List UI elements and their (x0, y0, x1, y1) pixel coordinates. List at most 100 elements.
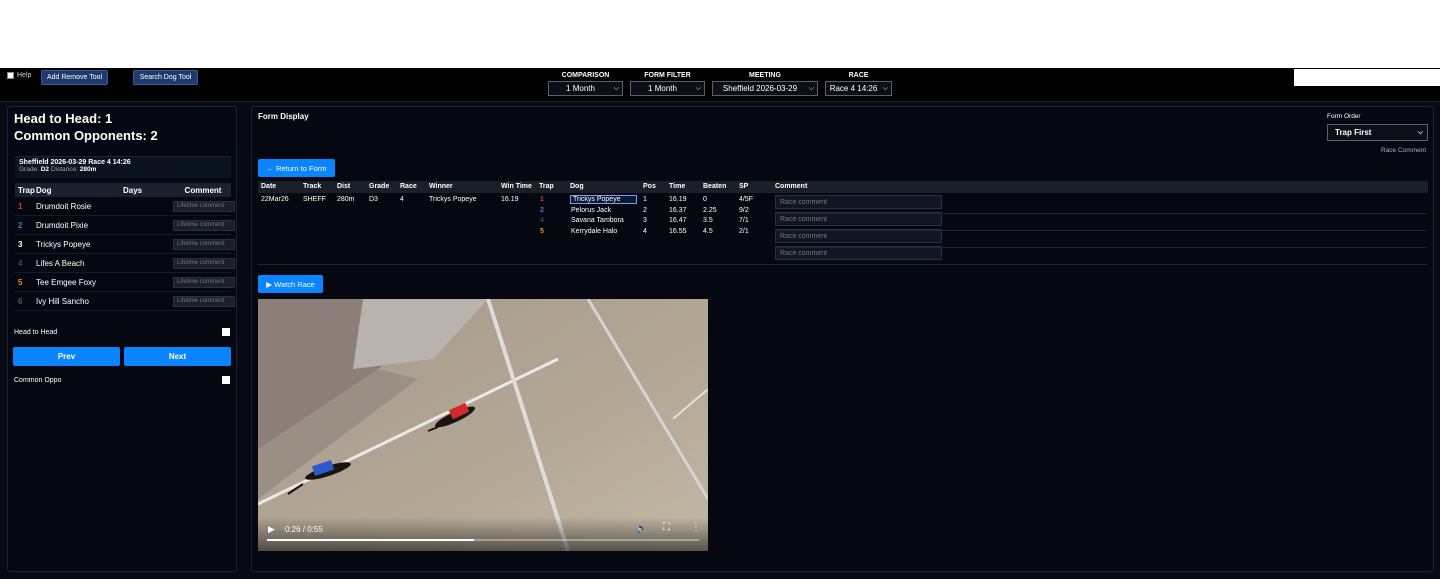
runner-row[interactable]: 5 Tee Emgee Foxy Lifetime comment (15, 273, 235, 292)
volume-icon[interactable]: 🔈 (636, 523, 647, 534)
runner-pos: 1 (643, 196, 647, 203)
add-remove-tool-button[interactable]: Add Remove Tool (41, 70, 108, 85)
meeting-select[interactable]: Sheffield 2026-03-29 ⌵ (712, 81, 818, 96)
chevron-down-icon: ⌵ (1417, 129, 1423, 136)
race-dist: 280m (337, 196, 355, 203)
return-to-form-button[interactable]: ← Return to Form (258, 159, 335, 177)
prev-button[interactable]: Prev (13, 347, 120, 366)
chevron-down-icon: ⌵ (808, 85, 814, 92)
form-filter-label: FORM FILTER (644, 72, 691, 79)
col-comment: Comment (184, 185, 222, 195)
race-video-frame (258, 299, 708, 551)
chevron-down-icon: ⌵ (695, 85, 701, 92)
race-win-time: 16.19 (501, 196, 519, 203)
col-race: Race (400, 183, 417, 190)
chevron-down-icon: ⌵ (882, 85, 888, 92)
race-winner: Trickys Popeye (429, 196, 477, 203)
common-oppo-checkbox[interactable] (222, 376, 230, 384)
video-time: 0:26 / 0:55 (285, 525, 323, 534)
lifetime-comment-input[interactable]: Lifetime comment (173, 276, 235, 288)
col-grade: Grade (369, 183, 390, 190)
runner-row[interactable]: 3 Trickys Popeye Lifetime comment (15, 235, 235, 254)
trap-number: 5 (18, 277, 23, 287)
lifetime-comment-input[interactable]: Lifetime comment (173, 219, 235, 231)
col-time: Time (669, 183, 686, 190)
head-to-head-toggle[interactable]: Head to Head (14, 328, 230, 336)
col-dog: Dog (570, 183, 584, 190)
race-comment-input[interactable]: Race comment (775, 212, 942, 226)
row-divider (775, 213, 1427, 214)
race-comment-link[interactable]: Race Comment (1381, 147, 1426, 154)
help-toggle[interactable]: Help (7, 72, 31, 79)
search-input[interactable] (1294, 69, 1440, 86)
form-order-select[interactable]: Trap First ⌵ (1327, 124, 1428, 141)
race-comment-input[interactable]: Race comment (775, 229, 942, 243)
runner-trap: 5 (540, 228, 544, 235)
race-filter: RACE Race 4 14:26 ⌵ (825, 72, 892, 96)
video-progress-bar[interactable] (267, 539, 699, 541)
lifetime-comment-input[interactable]: Lifetime comment (173, 200, 235, 212)
runner-time: 16.55 (669, 228, 687, 235)
help-label: Help (17, 72, 32, 79)
watch-race-button[interactable]: ▶ Watch Race (258, 275, 323, 293)
runner-row[interactable]: 4 Lifes A Beach Lifetime comment (15, 254, 235, 273)
runner-beaten: 4.5 (703, 228, 713, 235)
race-comment-input[interactable]: Race comment (775, 195, 942, 209)
video-controls: ▶ 0:26 / 0:55 🔈 ⛶ ⋮ (258, 517, 708, 551)
dog-name[interactable]: Drumdoit Pixie (36, 221, 123, 230)
next-button[interactable]: Next (124, 347, 231, 366)
col-dist: Dist (337, 183, 351, 190)
row-divider (775, 230, 1427, 231)
lifetime-comment-input[interactable]: Lifetime comment (173, 295, 235, 307)
lifetime-comment-input[interactable]: Lifetime comment (173, 238, 235, 250)
race-label: RACE (848, 72, 869, 79)
runner-dog[interactable]: Savana Tambora (571, 217, 624, 224)
divider (258, 264, 1428, 265)
trap-number: 2 (18, 220, 23, 230)
runner-time: 16.47 (669, 217, 687, 224)
head-to-head-count: Head to Head: 1 (14, 111, 113, 126)
runner-dog[interactable]: Kerrydale Halo (571, 228, 617, 235)
distance-value: 280m (79, 166, 97, 173)
common-oppo-toggle-label: Common Oppo (14, 376, 62, 384)
dog-name[interactable]: Tee Emgee Foxy (36, 278, 123, 287)
comparison-select[interactable]: 1 Month ⌵ (548, 81, 623, 96)
col-trap: Trap (539, 183, 554, 190)
runner-beaten: 2.25 (703, 207, 717, 214)
dog-name[interactable]: Trickys Popeye (36, 240, 123, 249)
dog-name[interactable]: Lifes A Beach (36, 259, 123, 268)
race-comment-input[interactable]: Race comment (775, 246, 942, 260)
col-beaten: Beaten (703, 183, 727, 190)
fullscreen-icon[interactable]: ⛶ (663, 522, 670, 533)
page-title: Form Display (258, 112, 309, 121)
runner-trap: 2 (540, 207, 544, 214)
runner-row[interactable]: 1 Drumdoit Rosie Lifetime comment (15, 197, 235, 216)
row-divider (775, 247, 1427, 248)
common-oppo-toggle[interactable]: Common Oppo (14, 376, 230, 384)
race-video-player[interactable]: ▶ 0:26 / 0:55 🔈 ⛶ ⋮ (258, 299, 708, 551)
runner-sp: 9/2 (739, 207, 749, 214)
head-to-head-checkbox[interactable] (222, 328, 230, 336)
col-dog: Dog (36, 185, 52, 195)
runner-row[interactable]: 6 Ivy Hill Sancho Lifetime comment (15, 292, 235, 311)
col-pos: Pos (643, 183, 656, 190)
play-icon[interactable]: ▶ (268, 524, 275, 535)
more-options-icon[interactable]: ⋮ (691, 522, 701, 533)
runner-beaten: 3.5 (703, 217, 713, 224)
dog-name[interactable]: Drumdoit Rosie (36, 202, 123, 211)
runner-dog[interactable]: Pelorus Jack (571, 207, 611, 214)
runners-table: Trap Dog Days Comment 1 Drumdoit Rosie Lif… (15, 183, 235, 311)
grade-value: D2 (40, 166, 49, 173)
col-sp: SP (739, 183, 749, 190)
form-filter-select[interactable]: 1 Month ⌵ (630, 81, 705, 96)
dog-name[interactable]: Ivy Hill Sancho (36, 297, 123, 306)
lifetime-comment-input[interactable]: Lifetime comment (173, 257, 235, 269)
runner-pos: 3 (643, 217, 647, 224)
runner-sp: 4/5F (739, 196, 754, 203)
race-select[interactable]: Race 4 14:26 ⌵ (825, 81, 892, 96)
runner-row[interactable]: 2 Drumdoit Pixie Lifetime comment (15, 216, 235, 235)
runner-dog[interactable]: Trickys Popeye (570, 195, 637, 204)
help-checkbox[interactable] (7, 72, 14, 79)
search-dog-tool-button[interactable]: Search Dog Tool (133, 70, 198, 85)
trap-number: 1 (18, 201, 23, 211)
